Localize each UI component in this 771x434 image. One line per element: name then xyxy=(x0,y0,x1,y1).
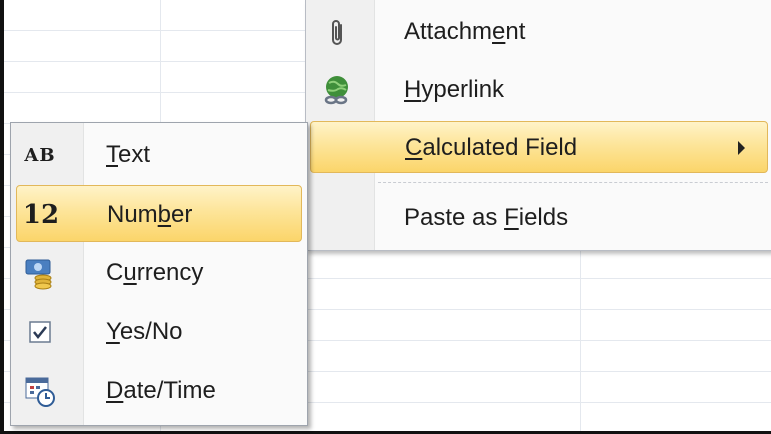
submenu-item-label: Yes/No xyxy=(106,318,183,345)
menu-separator xyxy=(378,182,768,183)
text-ab-glyph: AB xyxy=(24,144,56,166)
submenu-item-number[interactable]: 12 Number xyxy=(16,185,302,242)
submenu-item-text[interactable]: AB Text xyxy=(16,126,302,183)
context-menu: Attachment Hyperlink Calculated Field Pa… xyxy=(305,0,771,251)
menu-item-label: Calculated Field xyxy=(405,134,578,161)
submenu-item-label: Currency xyxy=(106,259,204,286)
menu-item-paste-as-fields[interactable]: Paste as Fields xyxy=(310,192,768,244)
submenu-item-yes-no[interactable]: Yes/No xyxy=(16,303,302,360)
hyperlink-globe-icon xyxy=(320,74,354,108)
menu-item-label: Hyperlink xyxy=(404,76,505,103)
submenu-arrow-icon xyxy=(738,141,745,155)
paperclip-icon xyxy=(320,16,354,50)
menu-item-label: Paste as Fields xyxy=(404,204,569,231)
calendar-clock-icon xyxy=(22,373,58,409)
submenu-item-date-time[interactable]: Date/Time xyxy=(16,362,302,419)
submenu-item-currency[interactable]: Currency xyxy=(16,244,302,301)
menu-item-hyperlink[interactable]: Hyperlink xyxy=(310,64,768,116)
checkbox-icon xyxy=(22,314,58,350)
menu-item-label: Attachment xyxy=(404,18,526,45)
menu-item-calculated-field[interactable]: Calculated Field xyxy=(310,121,768,173)
text-ab-icon: AB xyxy=(22,137,58,173)
window-frame-left xyxy=(0,0,4,434)
number-12-glyph: 12 xyxy=(22,200,60,230)
submenu-item-label: Text xyxy=(106,141,151,168)
menu-item-attachment[interactable]: Attachment xyxy=(310,6,768,58)
currency-icon xyxy=(22,255,58,291)
submenu-item-label: Date/Time xyxy=(106,377,216,404)
submenu-item-label: Number xyxy=(107,201,193,228)
calculated-field-submenu: AB Text 12 Number Currency Yes/No Date/T… xyxy=(10,122,308,426)
number-12-icon: 12 xyxy=(23,197,59,233)
